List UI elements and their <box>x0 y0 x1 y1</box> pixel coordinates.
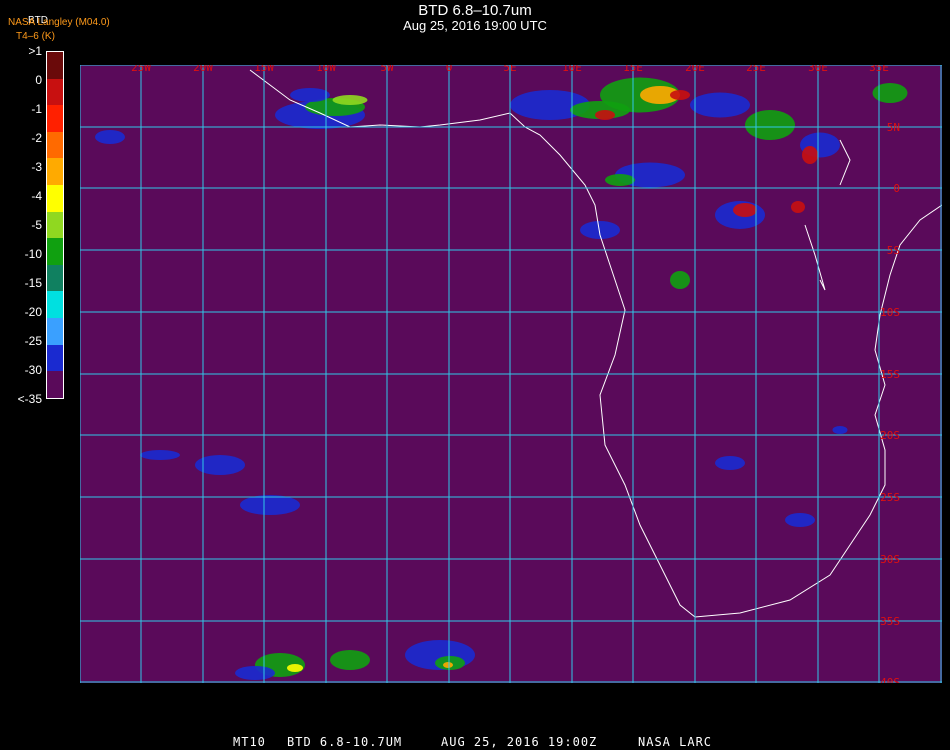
cloud-blob <box>872 83 908 103</box>
cloud-blob <box>690 92 750 118</box>
longitude-label: 15E <box>623 65 643 74</box>
colorbar-segment <box>47 158 63 186</box>
longitude-label: 25W <box>131 65 151 74</box>
coastline-path <box>839 139 851 186</box>
longitude-label: 0 <box>446 65 453 74</box>
colorbar-segment <box>47 238 63 265</box>
longitude-label: 10E <box>562 65 582 74</box>
cloud-blob <box>95 130 125 144</box>
cloud-blob <box>235 666 275 680</box>
cloud-blob <box>791 201 805 213</box>
colorbar-tick-label: -15 <box>24 276 42 290</box>
longitude-label: 10W <box>316 65 336 74</box>
latitude-label: 5S <box>887 244 900 257</box>
colorbar-segment <box>47 131 63 159</box>
cloud-blob <box>332 95 368 105</box>
colorbar-segment <box>47 318 63 345</box>
colorbar-tick-label: -20 <box>24 305 42 319</box>
colorbar-segment <box>47 185 63 212</box>
colorbar-tick-label: -5 <box>31 218 42 232</box>
colorbar-segment <box>47 264 63 292</box>
colorbar-segment <box>47 344 63 372</box>
longitude-label: 15W <box>254 65 274 74</box>
colorbar-tick-label: -10 <box>24 247 42 261</box>
satellite-image-viewer: BTD 6.8–10.7um Aug 25, 2016 19:00 UTC BT… <box>0 0 950 750</box>
colorbar-tick-label: -2 <box>31 131 42 145</box>
latitude-label: 30S <box>880 553 900 566</box>
longitude-label: 25E <box>746 65 766 74</box>
longitude-label: 5W <box>380 65 394 74</box>
cloud-blob <box>670 271 690 289</box>
latitude-label: 35S <box>880 615 900 628</box>
colorbar-tick-label: -1 <box>31 102 42 116</box>
cloud-blob <box>802 146 818 164</box>
latitude-label: 10S <box>880 306 900 319</box>
cloud-blob <box>443 662 453 668</box>
footer-source: NASA LARC <box>638 735 713 749</box>
colorbar-tick-label: 0 <box>35 73 42 87</box>
colorbar-segment <box>47 371 63 398</box>
colorbar-tick-label: -3 <box>31 160 42 174</box>
coastline-path <box>804 224 826 291</box>
cloud-regions <box>95 77 908 680</box>
colorbar-segment <box>47 291 63 319</box>
cloud-blob <box>832 426 848 434</box>
latitude-label: 5N <box>887 121 900 134</box>
longitude-label: 5E <box>503 65 516 74</box>
map-area: 25W 20W 15W 10W 5W 0 5E 10E 15E 20E 25E 30E 35E 5N 0 5S… <box>80 65 942 683</box>
colorbar-segment <box>47 105 63 132</box>
color-legend-bar <box>46 51 64 399</box>
latitude-label: 20S <box>880 429 900 442</box>
latitude-label: 15S <box>880 368 900 381</box>
footer-product: BTD 6.8-10.7UM <box>287 735 403 749</box>
latitude-label: 40S <box>880 676 900 683</box>
latitude-label: 0 <box>893 182 900 195</box>
cloud-blob <box>745 110 795 140</box>
cloud-blob <box>605 174 635 186</box>
cloud-blob <box>240 495 300 515</box>
footer-satellite: MT10 <box>233 735 266 749</box>
cloud-blob <box>140 450 180 460</box>
colorbar-tick-label: <-35 <box>17 392 42 406</box>
cloud-blob <box>330 650 370 670</box>
map-canvas: 25W 20W 15W 10W 5W 0 5E 10E 15E 20E 25E 30E 35E 5N 0 5S… <box>80 65 942 683</box>
colorbar-tick-label: -30 <box>24 363 42 377</box>
coastline <box>249 69 942 618</box>
colorbar-segment <box>47 52 63 79</box>
colorbar-segment <box>47 211 63 239</box>
cloud-blob <box>290 88 330 102</box>
colorbar-segment <box>47 78 63 106</box>
colorbar-unit-label: T4–6 (K) <box>16 31 55 42</box>
cloud-blob <box>670 90 690 100</box>
colorbar-tick-label: >1 <box>28 44 42 58</box>
cloud-blob <box>785 513 815 527</box>
cloud-blob <box>595 110 615 120</box>
timestamp-title: Aug 25, 2016 19:00 UTC <box>403 18 547 33</box>
colorbar-tick-label: -4 <box>31 189 42 203</box>
cloud-blob <box>733 203 757 217</box>
cloud-blob <box>715 456 745 470</box>
longitude-label: 20E <box>685 65 705 74</box>
cloud-blob <box>287 664 303 672</box>
organization-label: NASA Langley (M04.0) <box>8 17 110 28</box>
longitude-label: 20W <box>193 65 213 74</box>
product-title: BTD 6.8–10.7um <box>418 2 532 19</box>
latitude-label: 25S <box>880 491 900 504</box>
footer-datetime: AUG 25, 2016 19:00Z <box>441 735 598 749</box>
longitude-label: 35E <box>869 65 889 74</box>
longitude-label: 30E <box>808 65 828 74</box>
coastline-path <box>249 69 942 618</box>
colorbar-tick-label: -25 <box>24 334 42 348</box>
